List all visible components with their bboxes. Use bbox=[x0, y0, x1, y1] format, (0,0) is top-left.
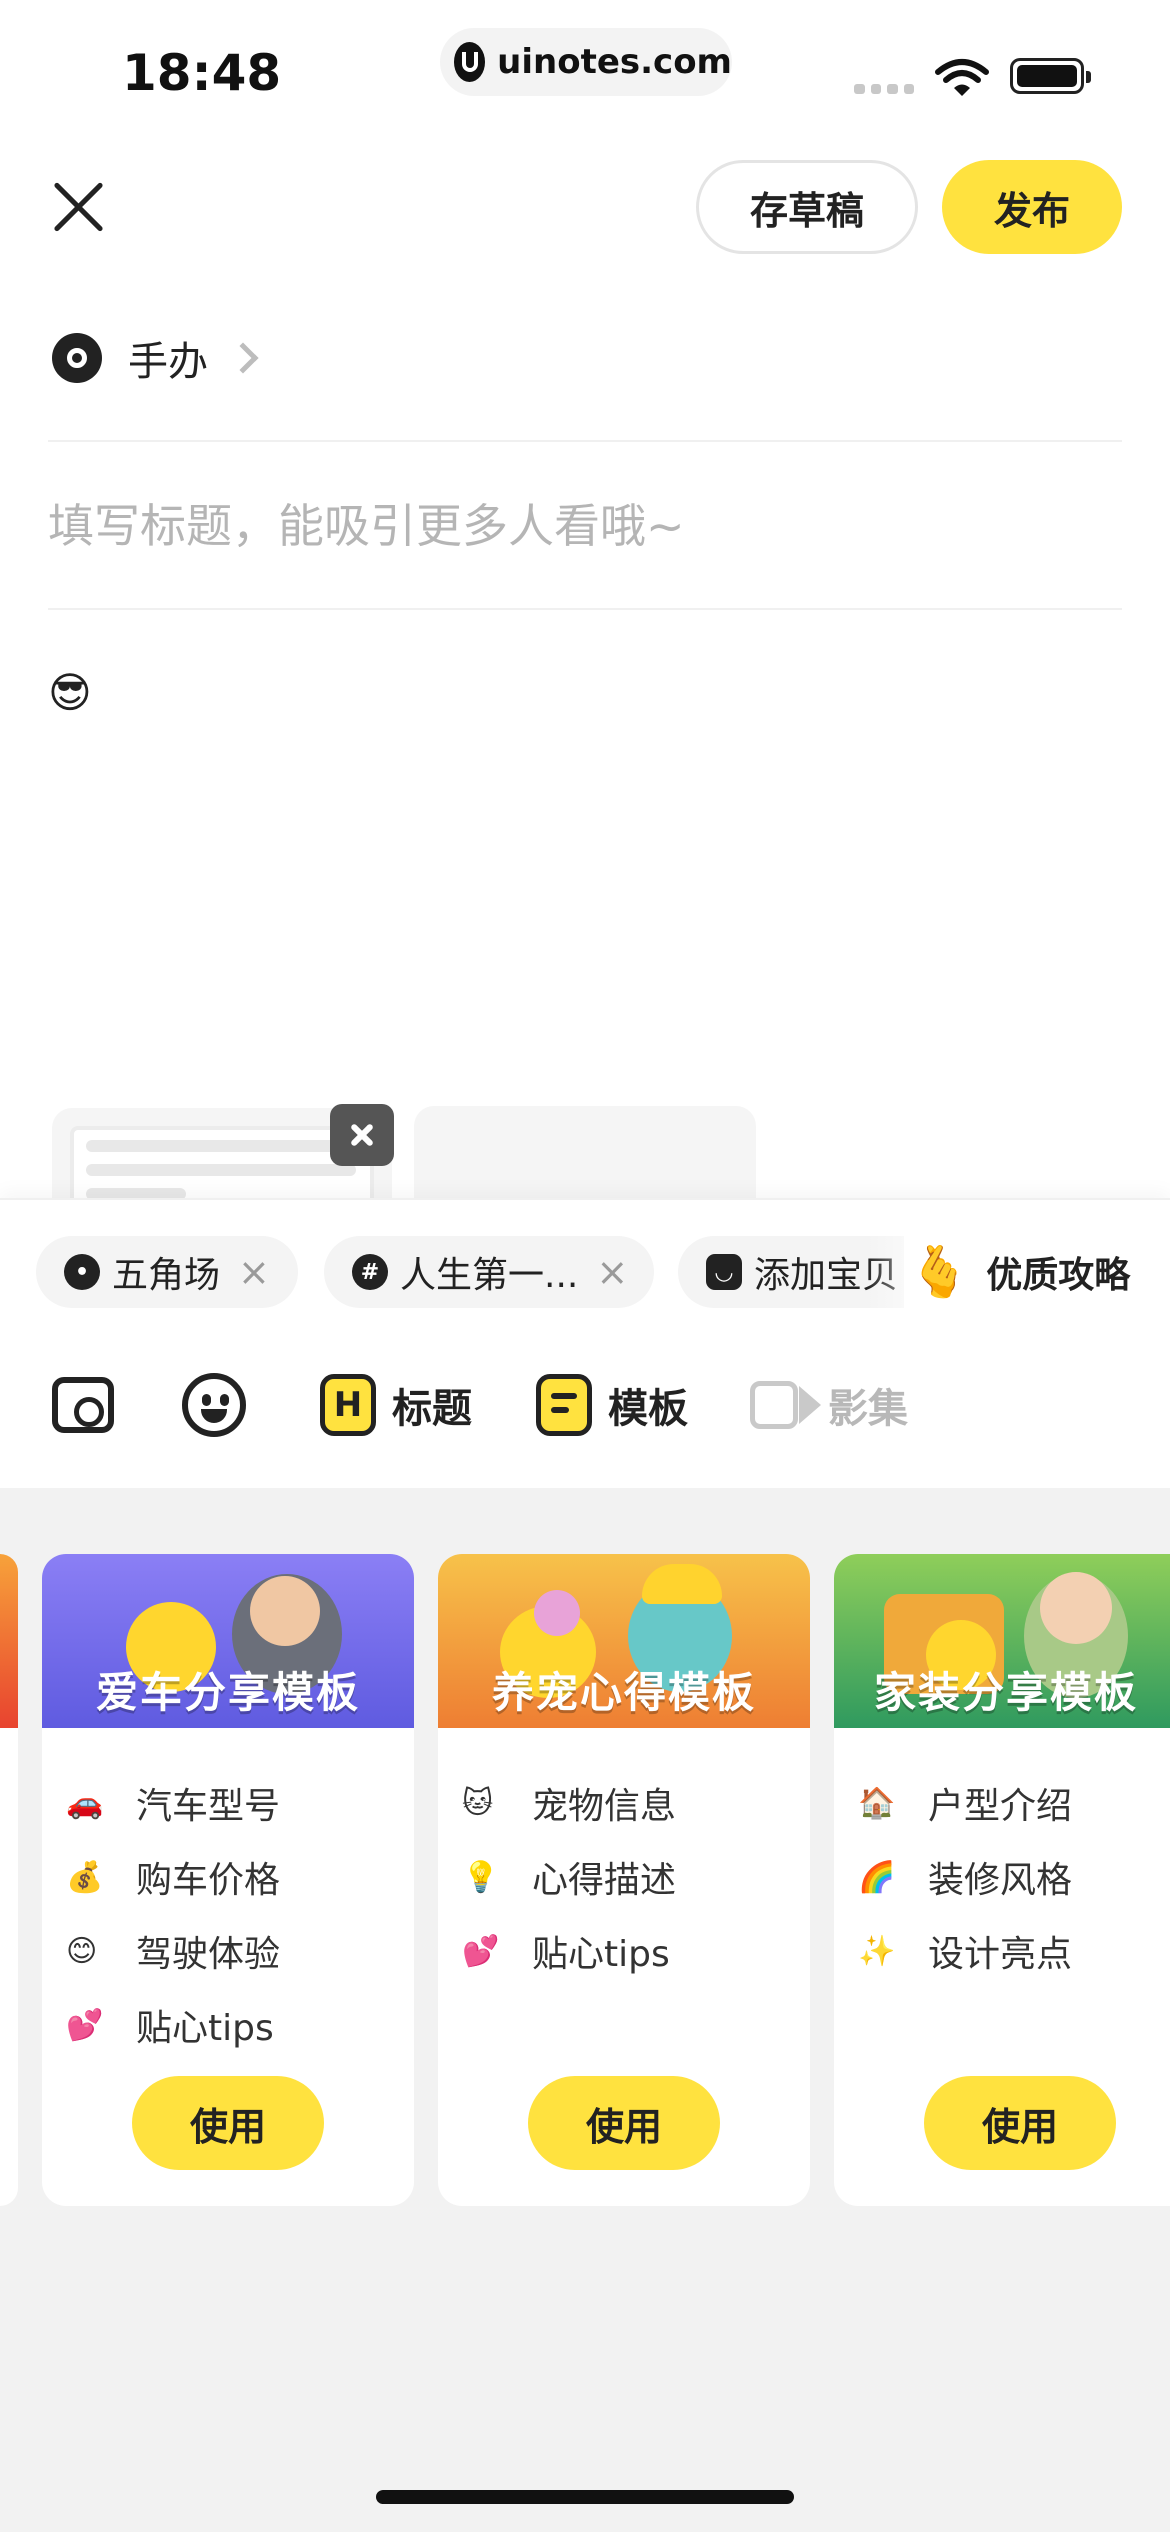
template-item: 💕 贴心tips bbox=[66, 2007, 274, 2050]
attachment-thumbnail[interactable] bbox=[414, 1106, 756, 1208]
status-time: 18:48 bbox=[122, 44, 282, 102]
video-album-button[interactable]: 影集 bbox=[750, 1370, 908, 1440]
url-text: uinotes.com bbox=[497, 42, 732, 82]
cellular-signal-icon bbox=[854, 84, 914, 94]
template-title: 爱车分享模板 bbox=[95, 1668, 360, 1717]
location-icon: • bbox=[64, 1254, 100, 1290]
remove-attachment-icon[interactable] bbox=[330, 1104, 394, 1166]
publish-button[interactable]: 发布 bbox=[942, 160, 1122, 254]
body-text-area[interactable]: 😎 bbox=[48, 668, 92, 717]
use-template-button[interactable]: 使用 bbox=[528, 2076, 720, 2170]
divider bbox=[48, 608, 1122, 610]
template-item: 🚗 汽车型号 bbox=[66, 1785, 281, 1828]
category-circle-icon bbox=[52, 333, 102, 383]
quality-guide-button[interactable]: 🫰 优质攻略 bbox=[904, 1232, 1131, 1312]
remove-tag-icon[interactable]: × bbox=[596, 1250, 628, 1294]
title-style-button[interactable]: H 标题 bbox=[320, 1370, 472, 1440]
template-item: 🏠 户型介绍 bbox=[858, 1785, 1073, 1828]
photo-icon bbox=[52, 1377, 114, 1433]
template-title: 养宠心得模板 bbox=[491, 1668, 756, 1717]
use-template-button[interactable]: 使用 bbox=[132, 2076, 324, 2170]
use-template-button[interactable]: 使用 bbox=[924, 2076, 1116, 2170]
save-draft-button[interactable]: 存草稿 bbox=[696, 160, 918, 254]
template-item: ✨ 设计亮点 bbox=[858, 1933, 1073, 1976]
emoji-icon bbox=[182, 1373, 246, 1437]
tag-chip-location[interactable]: • 五角场 × bbox=[36, 1236, 298, 1308]
video-tool-label: 影集 bbox=[828, 1386, 908, 1432]
wifi-icon bbox=[935, 59, 989, 96]
category-label: 手办 bbox=[128, 339, 208, 385]
shopping-bag-icon: ◡ bbox=[706, 1254, 742, 1290]
divider bbox=[48, 440, 1122, 442]
chevron-right-icon bbox=[227, 342, 259, 374]
video-icon bbox=[750, 1381, 821, 1429]
url-pill[interactable]: uinotes.com bbox=[440, 28, 732, 96]
template-item: 💰 购车价格 bbox=[66, 1859, 281, 1902]
title-input[interactable]: 填写标题，能吸引更多人看哦~ bbox=[48, 490, 1122, 556]
template-card-home[interactable]: 家装分享模板 🏠 户型介绍 🌈 装修风格 ✨ 设计亮点 使用 bbox=[834, 1554, 1170, 2206]
home-indicator bbox=[376, 2490, 794, 2504]
emoji-button[interactable] bbox=[182, 1370, 246, 1440]
add-photo-button[interactable] bbox=[52, 1370, 114, 1440]
template-card-car[interactable]: 爱车分享模板 🚗 汽车型号 💰 购车价格 😊 驾驶体验 💕 贴心tips 使用 bbox=[42, 1554, 414, 2206]
tag-label: 人生第一... bbox=[400, 1255, 579, 1296]
close-icon[interactable] bbox=[50, 178, 106, 234]
hashtag-icon: # bbox=[352, 1254, 388, 1290]
site-logo-icon bbox=[454, 42, 486, 82]
template-banner: 家装分享模板 bbox=[834, 1554, 1170, 1728]
remove-tag-icon[interactable]: × bbox=[238, 1250, 270, 1294]
battery-icon bbox=[1010, 58, 1091, 94]
tag-chip-topic[interactable]: # 人生第一... × bbox=[324, 1236, 654, 1308]
template-banner: 爱车分享模板 bbox=[42, 1554, 414, 1728]
template-button[interactable]: 模板 bbox=[536, 1370, 688, 1440]
category-selector[interactable]: 手办 bbox=[52, 330, 259, 386]
promo-label: 优质攻略 bbox=[986, 1255, 1131, 1296]
template-item: 😊 驾驶体验 bbox=[66, 1933, 281, 1976]
template-title: 家装分享模板 bbox=[874, 1668, 1139, 1717]
template-card-partial[interactable] bbox=[0, 1554, 18, 2206]
template-banner: 养宠心得模板 bbox=[438, 1554, 810, 1728]
template-item: 🌈 装修风格 bbox=[858, 1859, 1073, 1902]
finger-heart-icon: 🫰 bbox=[908, 1242, 971, 1301]
template-item: 💕 贴心tips bbox=[462, 1933, 670, 1976]
template-item: 💡 心得描述 bbox=[462, 1859, 677, 1902]
template-icon bbox=[536, 1374, 592, 1436]
tag-label: 五角场 bbox=[112, 1255, 221, 1296]
template-tool-label: 模板 bbox=[608, 1386, 688, 1432]
title-tool-label: 标题 bbox=[392, 1386, 472, 1432]
template-card-pet[interactable]: 养宠心得模板 🐱 宠物信息 💡 心得描述 💕 贴心tips 使用 bbox=[438, 1554, 810, 2206]
template-item: 🐱 宠物信息 bbox=[462, 1785, 677, 1828]
heading-icon: H bbox=[320, 1374, 376, 1436]
